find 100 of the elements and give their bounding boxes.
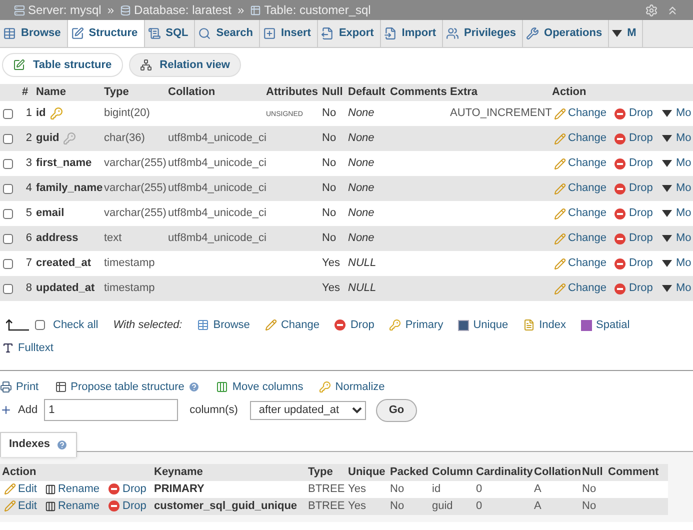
row-number: 4 xyxy=(20,176,34,201)
more-link[interactable]: Mo xyxy=(662,130,692,147)
rename-link[interactable]: Rename xyxy=(44,480,100,498)
row-checkbox[interactable] xyxy=(3,258,13,268)
change-link[interactable]: Change xyxy=(554,130,614,147)
column-count-input[interactable]: 1 xyxy=(44,399,178,421)
help-icon[interactable] xyxy=(56,438,68,450)
more-link[interactable]: Mo xyxy=(662,255,692,272)
caret-icon xyxy=(662,135,672,142)
drop-link[interactable]: Drop xyxy=(108,498,146,514)
arrow-icon xyxy=(6,319,30,332)
pencil-icon xyxy=(554,258,566,270)
extra-cell: AUTO_INCREMENT xyxy=(450,107,552,120)
nav-tab[interactable]: SQL xyxy=(144,20,196,47)
drop-icon xyxy=(614,158,626,170)
edit-link[interactable]: Edit xyxy=(4,480,37,498)
bulk-action-button[interactable]: Primary xyxy=(389,317,444,334)
column-header: Null xyxy=(320,84,346,101)
change-link[interactable]: Change xyxy=(554,280,614,297)
type-cell: varchar(255) xyxy=(102,151,166,176)
indexes-tab[interactable]: Indexes xyxy=(0,432,77,456)
bulk-action-button[interactable]: Index xyxy=(523,317,566,334)
column-header: Type xyxy=(306,464,346,480)
row-checkbox[interactable] xyxy=(3,234,13,244)
row-checkbox[interactable] xyxy=(3,158,13,168)
default-cell: None xyxy=(346,201,388,226)
drop-link[interactable]: Drop xyxy=(108,480,146,498)
tool-link[interactable]: Propose table structure xyxy=(54,379,184,396)
tool-link[interactable]: Print xyxy=(0,379,39,396)
nav-tab[interactable]: Structure xyxy=(68,20,145,47)
more-link[interactable]: Mo xyxy=(662,230,692,247)
insert-icon xyxy=(262,27,276,40)
index-cell: guid xyxy=(430,498,474,514)
column-header: Attributes xyxy=(264,84,320,101)
help-icon[interactable] xyxy=(188,381,200,394)
subtab-button[interactable]: Table structure xyxy=(2,53,123,77)
structure-icon xyxy=(70,27,84,40)
more-link[interactable]: Mo xyxy=(662,180,692,197)
edit-link[interactable]: Edit xyxy=(4,498,37,514)
rename-link[interactable]: Rename xyxy=(44,498,100,514)
index-cell: id xyxy=(430,480,474,498)
change-link[interactable]: Change xyxy=(554,155,614,172)
row-number: 3 xyxy=(20,151,34,176)
drop-link[interactable]: Drop xyxy=(614,180,662,197)
drop-link[interactable]: Drop xyxy=(614,255,662,272)
row-checkbox[interactable] xyxy=(3,284,13,294)
index-cell: 0 xyxy=(474,498,532,514)
null-cell: No xyxy=(320,201,346,226)
bulk-action-button[interactable]: Fulltext xyxy=(2,340,689,356)
column-header: Default xyxy=(346,84,388,101)
drop-link[interactable]: Drop xyxy=(614,105,662,122)
caret-icon xyxy=(662,235,672,242)
nav-tab[interactable]: M xyxy=(609,20,644,47)
drop-link[interactable]: Drop xyxy=(614,205,662,222)
index-cell: Yes xyxy=(346,480,388,498)
more-link[interactable]: Mo xyxy=(662,205,692,222)
change-link[interactable]: Change xyxy=(554,230,614,247)
column-header: Cardinality xyxy=(474,464,532,480)
more-link[interactable]: Mo xyxy=(662,155,692,172)
collation-cell: utf8mb4_unicode_ci xyxy=(168,132,266,144)
drop-link[interactable]: Drop xyxy=(614,130,662,147)
bulk-action-button[interactable]: Unique xyxy=(458,317,508,334)
row-checkbox[interactable] xyxy=(3,108,13,118)
key-icon xyxy=(319,381,332,394)
null-cell: No xyxy=(320,176,346,201)
column-header: Packed xyxy=(388,464,430,480)
check-all-checkbox[interactable] xyxy=(35,320,45,330)
drop-link[interactable]: Drop xyxy=(614,280,662,297)
row-checkbox[interactable] xyxy=(3,184,13,194)
more-link[interactable]: Mo xyxy=(662,105,692,122)
position-select[interactable]: after updated_at xyxy=(250,400,366,420)
drop-link[interactable]: Drop xyxy=(614,155,662,172)
bulk-action-button[interactable]: Drop xyxy=(334,317,374,334)
bulk-action-button[interactable]: Browse xyxy=(197,317,250,334)
type-cell: char(36) xyxy=(102,126,166,151)
bulk-action-button[interactable]: Spatial xyxy=(581,317,630,334)
change-link[interactable]: Change xyxy=(554,255,614,272)
breadcrumb-separator: » xyxy=(107,2,114,19)
change-link[interactable]: Change xyxy=(554,205,614,222)
drop-link[interactable]: Drop xyxy=(614,230,662,247)
change-link[interactable]: Change xyxy=(554,105,614,122)
subtab-button[interactable]: Relation view xyxy=(128,53,241,77)
settings-icon[interactable] xyxy=(645,4,658,16)
caret-icon xyxy=(612,30,622,37)
drop-icon xyxy=(108,483,120,495)
tool-link[interactable]: Normalize xyxy=(319,379,385,396)
check-all-label[interactable]: Check all xyxy=(53,317,98,334)
bulk-action-button[interactable]: Change xyxy=(264,317,320,334)
change-link[interactable]: Change xyxy=(554,180,614,197)
row-checkbox[interactable] xyxy=(3,134,13,144)
columns-icon xyxy=(216,381,228,394)
row-checkbox[interactable] xyxy=(3,208,13,218)
tool-link[interactable]: Move columns xyxy=(216,379,304,396)
column-header: Action xyxy=(550,84,693,101)
go-button[interactable]: Go xyxy=(376,398,418,422)
index-cell: No xyxy=(388,480,430,498)
collation-cell: utf8mb4_unicode_ci xyxy=(168,157,266,170)
column-header: Collation xyxy=(532,464,580,480)
index-cell: No xyxy=(580,498,606,514)
more-link[interactable]: Mo xyxy=(662,280,692,297)
